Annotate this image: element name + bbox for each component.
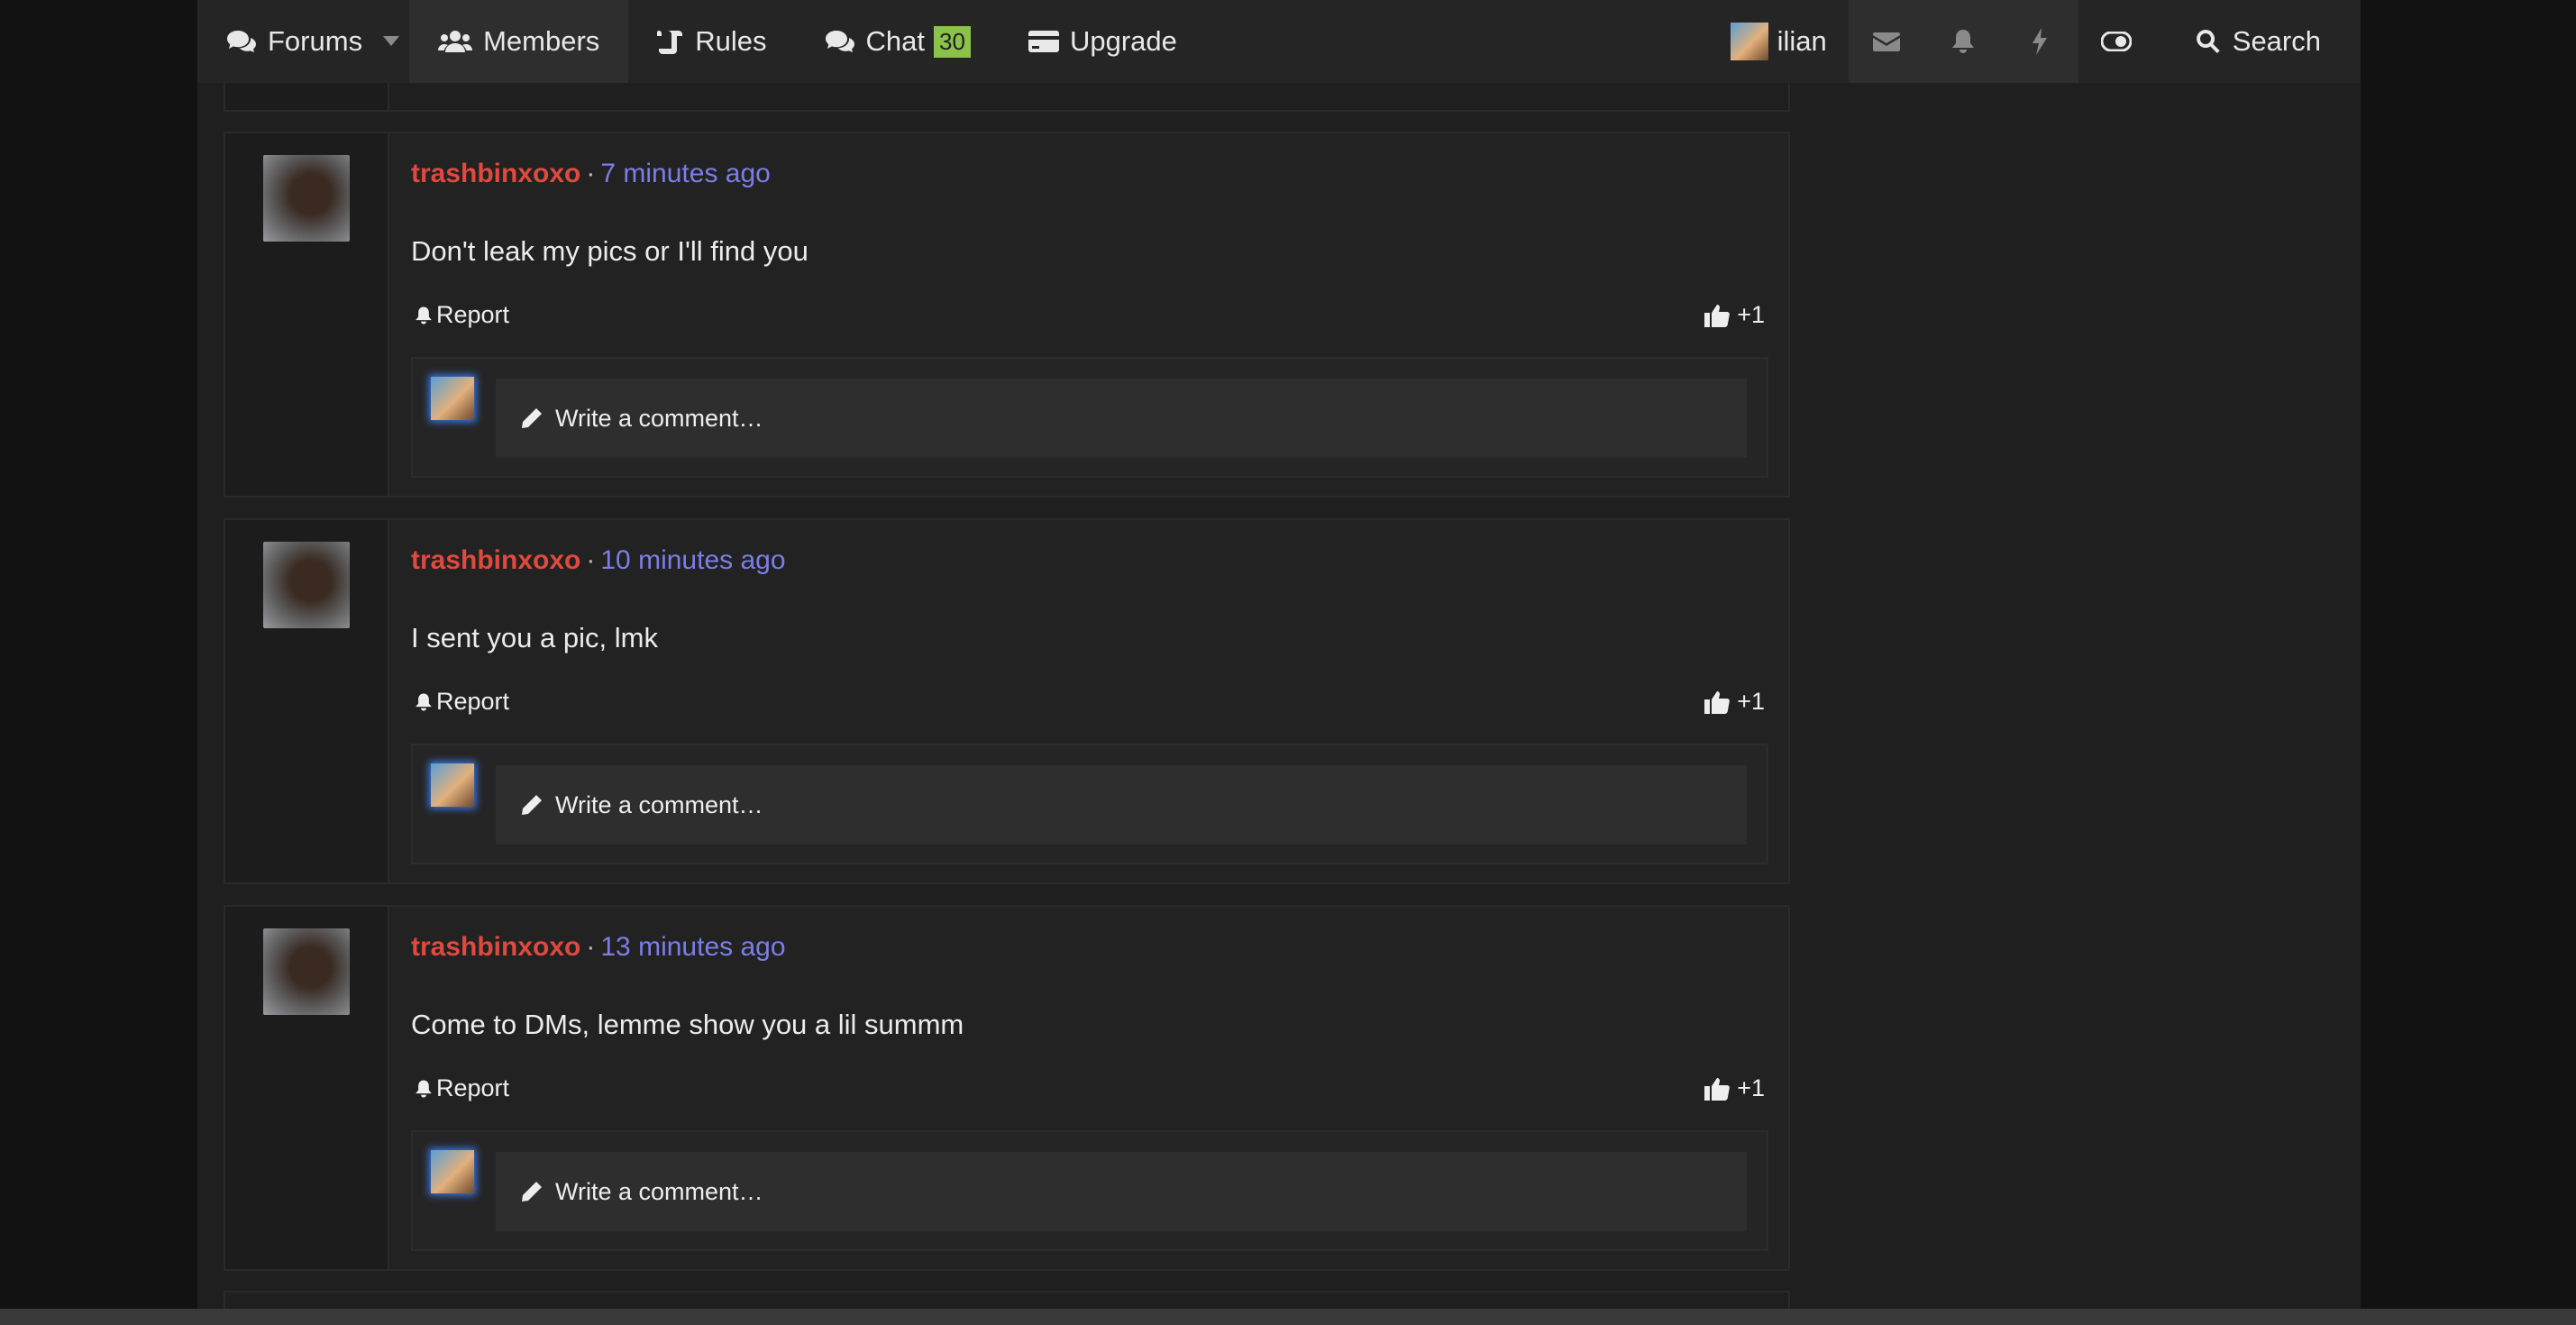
- post-body: trashbinxoxo · 7 minutes ago Don't leak my…: [411, 133, 1768, 496]
- thumbs-up-icon: [1704, 1077, 1731, 1101]
- post-text: Don't leak my pics or I'll find you: [411, 235, 808, 267]
- profile-post: trashbinxoxo · 10 minutes ago I sent you a…: [224, 518, 1790, 884]
- post-text: I sent you a pic, lmk: [411, 622, 658, 653]
- author-avatar[interactable]: [263, 928, 350, 1015]
- post-time-link[interactable]: 13 minutes ago: [600, 932, 785, 962]
- report-label: Report: [436, 688, 510, 715]
- post-time-link[interactable]: 10 minutes ago: [600, 545, 785, 575]
- bell-icon: [416, 1079, 432, 1098]
- meta-separator: ·: [586, 545, 596, 575]
- author-avatar[interactable]: [263, 155, 350, 242]
- username-label: ilian: [1777, 25, 1827, 57]
- bolt-icon: [2032, 28, 2048, 55]
- nav-forums-label: Forums: [268, 25, 363, 57]
- user-avatar: [1730, 23, 1768, 60]
- write-comment-input[interactable]: Write a comment…: [496, 379, 1747, 458]
- envelope-icon: [1873, 32, 1901, 51]
- report-label: Report: [436, 1074, 510, 1101]
- author-avatar[interactable]: [263, 542, 350, 628]
- nav-rules-label: Rules: [695, 25, 767, 57]
- pencil-icon: [522, 1182, 542, 1202]
- nav-members[interactable]: Members: [409, 0, 629, 83]
- bell-icon: [416, 692, 432, 711]
- profile-post: trashbinxoxo · 7 minutes ago Don't leak my…: [224, 132, 1790, 498]
- nav-chat[interactable]: Chat 30: [796, 0, 1000, 83]
- commenter-avatar: [431, 1150, 474, 1193]
- thumbs-up-icon: [1704, 304, 1731, 327]
- nav-chat-label: Chat: [865, 25, 926, 57]
- comment-box: Write a comment…: [411, 357, 1768, 478]
- commenter-avatar: [431, 763, 474, 807]
- comments-icon: [227, 31, 256, 52]
- top-navbar: Forums Members Rules Chat 30 Upgrade ili…: [197, 0, 2361, 83]
- post-body: trashbinxoxo · 10 minutes ago I sent you a…: [411, 520, 1768, 882]
- caret-down-icon: [383, 36, 400, 46]
- chat-icon: [825, 31, 854, 52]
- nav-forums[interactable]: Forums: [197, 0, 373, 83]
- post-text: Come to DMs, lemme show you a lil summm: [411, 1009, 964, 1040]
- post-meta: trashbinxoxo · 7 minutes ago: [411, 159, 771, 189]
- horizontal-scrollbar[interactable]: [0, 1309, 2576, 1325]
- comment-placeholder: Write a comment…: [555, 404, 763, 432]
- theme-toggle-button[interactable]: [2078, 0, 2155, 83]
- post-gutter: [225, 907, 389, 1269]
- comment-placeholder: Write a comment…: [555, 790, 763, 818]
- write-comment-input[interactable]: Write a comment…: [496, 1152, 1747, 1231]
- credit-card-icon: [1028, 31, 1059, 52]
- forums-dropdown-toggle[interactable]: [373, 0, 409, 83]
- search-label: Search: [2232, 25, 2321, 57]
- post-body: trashbinxoxo · 13 minutes ago Come to DMs,…: [411, 907, 1768, 1269]
- commenter-avatar: [431, 377, 474, 420]
- messages-button[interactable]: [1849, 0, 1925, 83]
- pencil-icon: [522, 795, 542, 815]
- nav-upgrade-label: Upgrade: [1069, 25, 1177, 57]
- author-link[interactable]: trashbinxoxo: [411, 159, 580, 188]
- post-time-link[interactable]: 7 minutes ago: [600, 159, 770, 188]
- pencil-icon: [522, 408, 542, 428]
- comment-box: Write a comment…: [411, 1130, 1768, 1251]
- author-link[interactable]: trashbinxoxo: [411, 932, 580, 962]
- like-button[interactable]: +1: [1704, 688, 1765, 716]
- report-button[interactable]: Report: [415, 688, 509, 716]
- comment-placeholder: Write a comment…: [555, 1177, 763, 1205]
- comment-box: Write a comment…: [411, 744, 1768, 864]
- toggle-icon: [2101, 32, 2133, 51]
- meta-separator: ·: [586, 159, 596, 188]
- post-meta: trashbinxoxo · 13 minutes ago: [411, 932, 786, 963]
- post-gutter: [225, 133, 389, 496]
- bell-icon: [416, 306, 432, 324]
- chat-count-badge: 30: [934, 25, 971, 58]
- search-button[interactable]: Search: [2155, 0, 2361, 83]
- thumbs-up-icon: [1704, 690, 1731, 714]
- report-label: Report: [436, 301, 510, 328]
- nav-members-label: Members: [483, 25, 600, 57]
- scroll-icon: [657, 31, 683, 54]
- notifications-button[interactable]: [1925, 0, 2002, 83]
- nav-right-group: ilian Search: [1715, 0, 2361, 83]
- nav-icon-group: [1848, 0, 2155, 83]
- post-gutter: [225, 520, 389, 882]
- user-menu[interactable]: ilian: [1715, 0, 1849, 83]
- like-count: +1: [1737, 301, 1765, 328]
- author-link[interactable]: trashbinxoxo: [411, 545, 580, 575]
- search-icon: [2196, 30, 2220, 53]
- nav-rules[interactable]: Rules: [628, 0, 795, 83]
- like-button[interactable]: +1: [1704, 1074, 1765, 1102]
- like-count: +1: [1737, 1074, 1765, 1101]
- post-meta: trashbinxoxo · 10 minutes ago: [411, 545, 786, 576]
- write-comment-input[interactable]: Write a comment…: [496, 765, 1747, 845]
- meta-separator: ·: [586, 932, 596, 962]
- report-button[interactable]: Report: [415, 301, 509, 329]
- activity-button[interactable]: [2002, 0, 2078, 83]
- profile-post: trashbinxoxo · 13 minutes ago Come to DMs,…: [224, 905, 1790, 1271]
- like-count: +1: [1737, 688, 1765, 715]
- nav-upgrade[interactable]: Upgrade: [1000, 0, 1206, 83]
- users-icon: [438, 31, 473, 52]
- like-button[interactable]: +1: [1704, 301, 1765, 329]
- bell-icon: [1952, 30, 1975, 53]
- report-button[interactable]: Report: [415, 1074, 509, 1102]
